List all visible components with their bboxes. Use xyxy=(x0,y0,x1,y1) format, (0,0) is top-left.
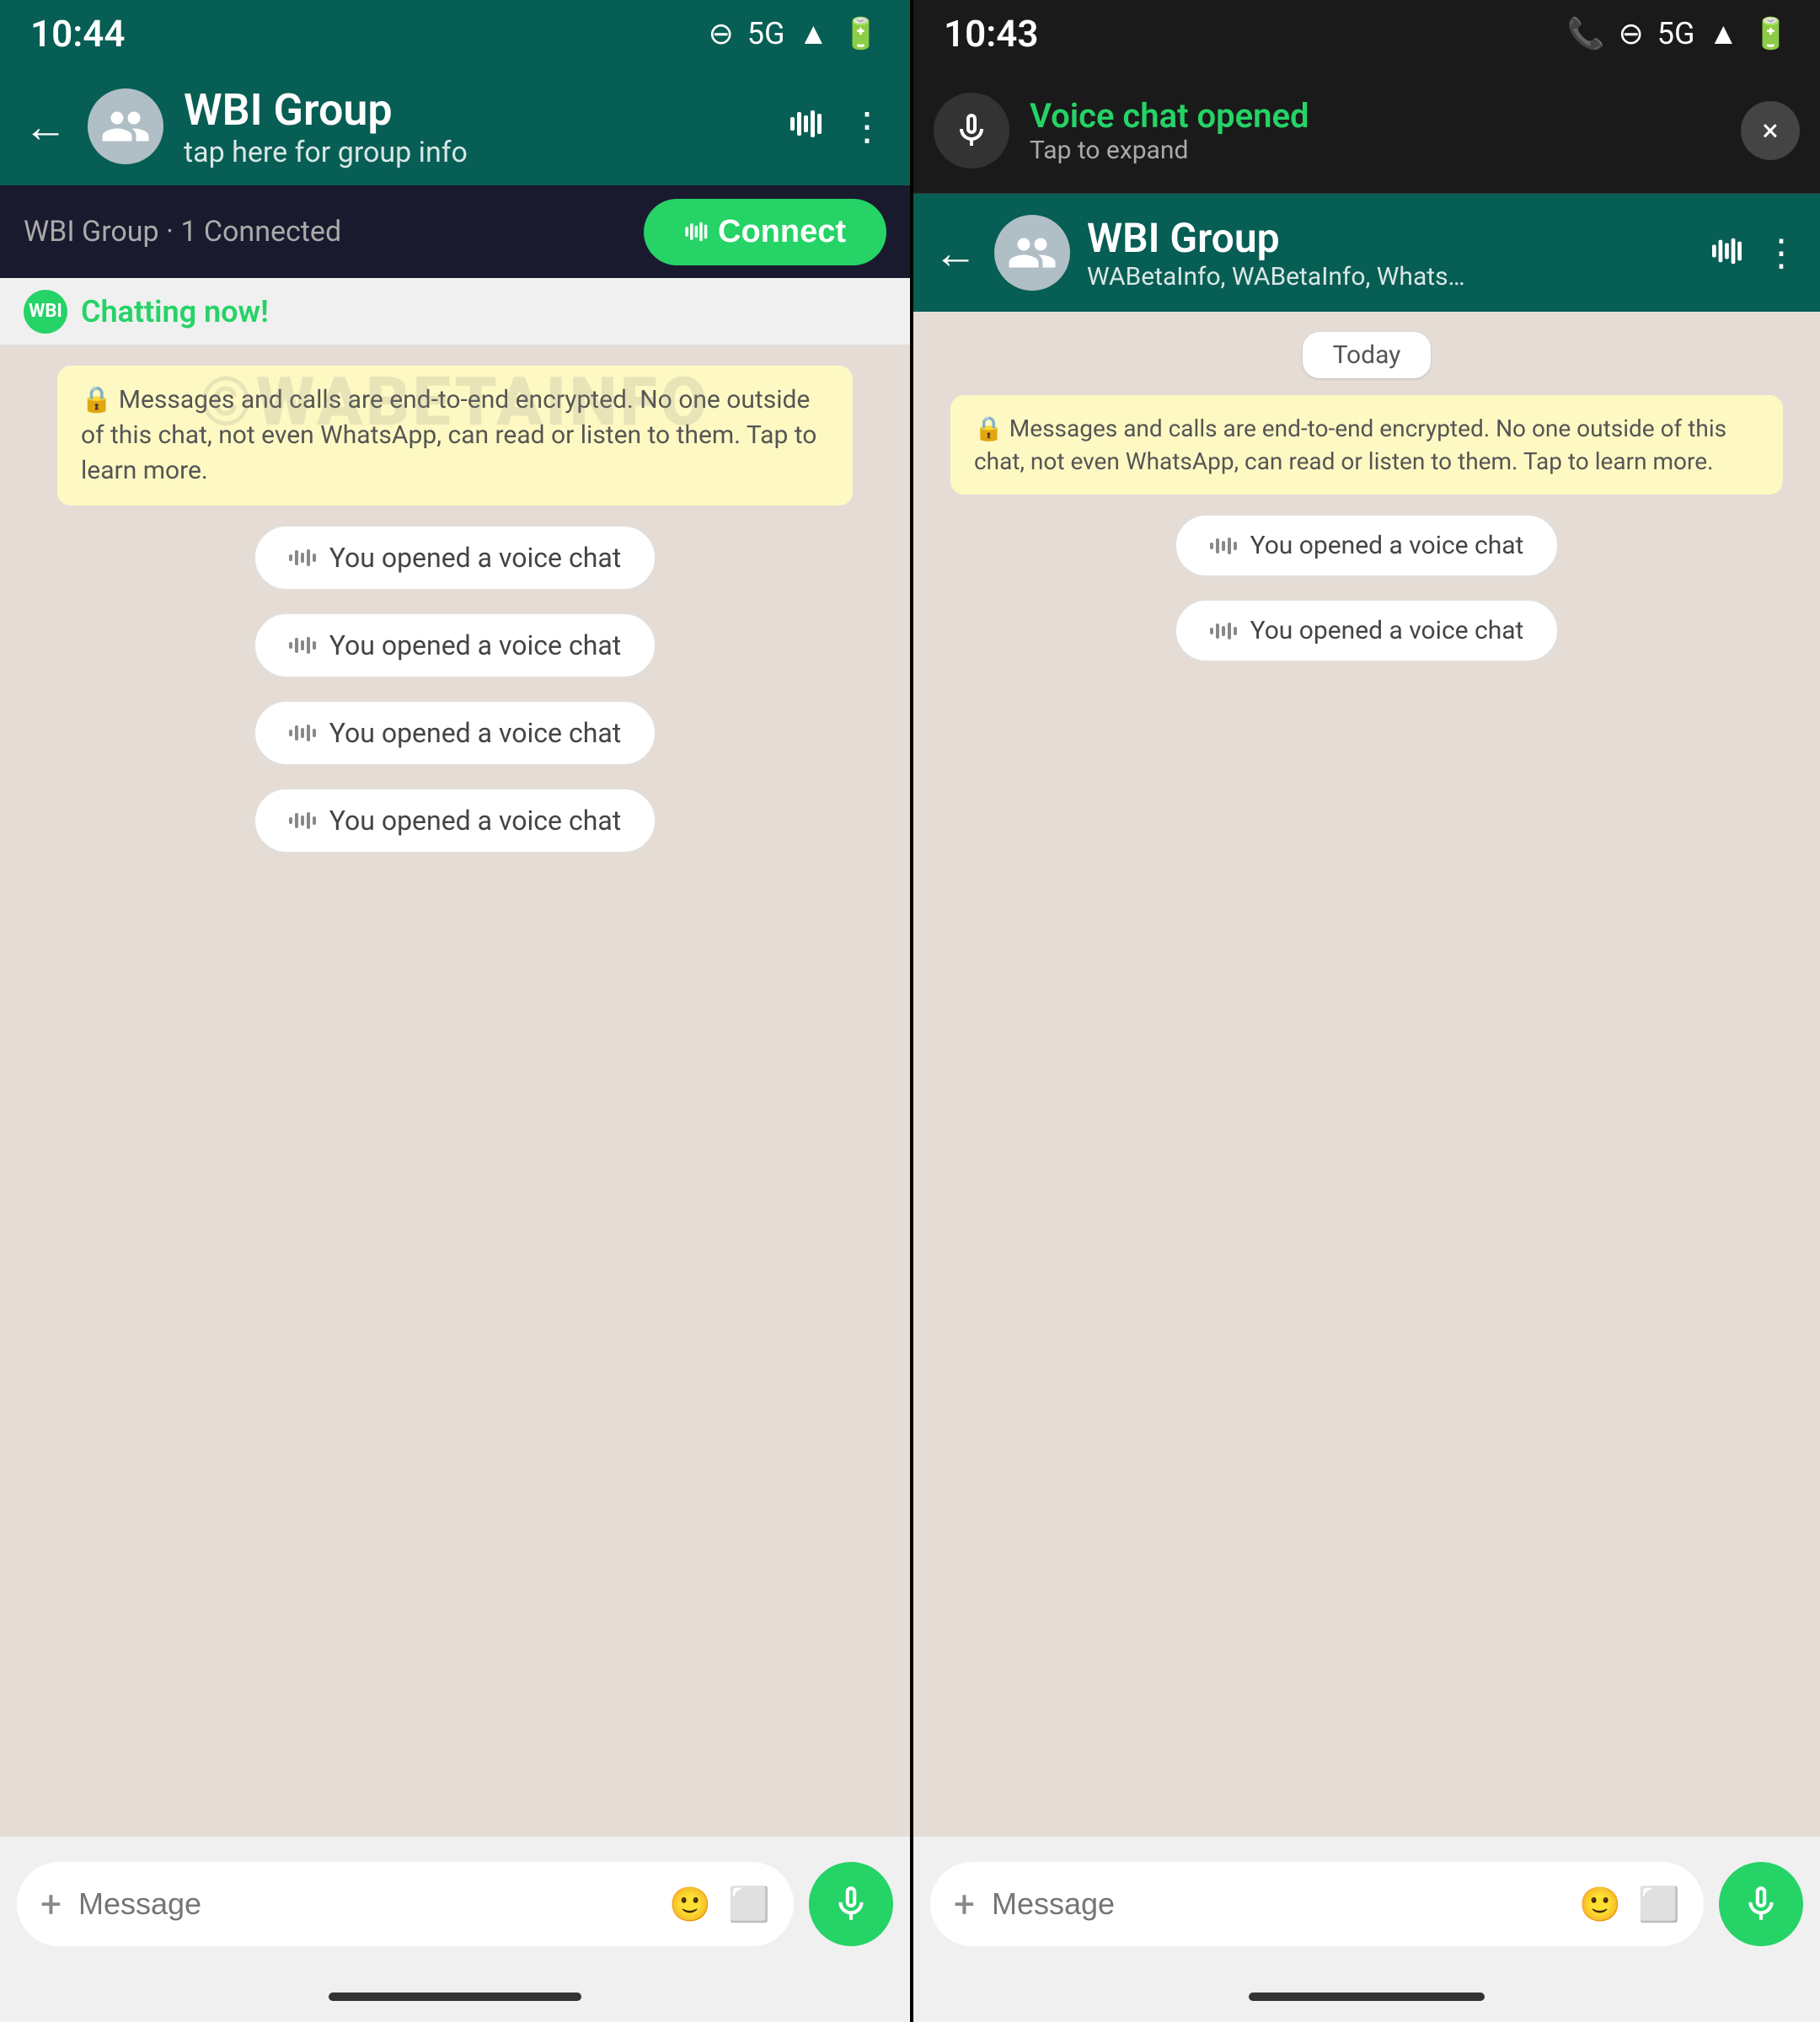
avatar-icon xyxy=(100,101,151,152)
left-chat-header: ← WBI Group tap here for group info ⋮ xyxy=(0,67,910,185)
voice-msg-text-4: You opened a voice chat xyxy=(329,805,621,837)
right-home-bar xyxy=(1249,1993,1485,2001)
voice-chat-msg-2[interactable]: You opened a voice chat xyxy=(254,613,656,677)
wbi-badge: WBI xyxy=(24,290,67,334)
right-group-info[interactable]: WBI Group WABetaInfo, WABetaInfo, Whats… xyxy=(1087,214,1694,292)
right-network-icon: ▲ xyxy=(1709,16,1739,51)
voice-notif-text-block: Voice chat opened Tap to expand xyxy=(1030,96,1721,165)
right-status-icons: 📞 ⊖ 5G ▲ 🔋 xyxy=(1567,16,1790,51)
voice-notif-title: Voice chat opened xyxy=(1030,96,1721,136)
right-voice-chat-msg-1[interactable]: You opened a voice chat xyxy=(1175,515,1559,576)
right-mic-button[interactable] xyxy=(1719,1862,1803,1946)
connect-button[interactable]: Connect xyxy=(644,199,886,265)
more-options-icon[interactable]: ⋮ xyxy=(848,104,886,150)
emoji-icon[interactable]: 🙂 xyxy=(669,1885,711,1924)
right-avatar-icon xyxy=(1007,227,1057,278)
connect-label: Connect xyxy=(718,214,846,250)
right-more-options-icon[interactable]: ⋮ xyxy=(1763,231,1800,275)
signal-icon: 5G xyxy=(747,16,785,51)
voice-chat-msg-1[interactable]: You opened a voice chat xyxy=(254,526,656,590)
right-emoji-icon[interactable]: 🙂 xyxy=(1579,1885,1621,1924)
header-action-icons: ⋮ xyxy=(789,104,886,150)
right-header-action-icons: ⋮ xyxy=(1710,231,1800,275)
right-status-bar: 10:43 📞 ⊖ 5G ▲ 🔋 xyxy=(913,0,1820,67)
right-input-bar: + 🙂 ⬜ xyxy=(913,1837,1820,1971)
left-message-input[interactable] xyxy=(78,1886,652,1922)
right-mic-icon xyxy=(1740,1883,1782,1925)
voice-chat-msg-4[interactable]: You opened a voice chat xyxy=(254,789,656,853)
voice-wave-icon[interactable] xyxy=(789,104,822,149)
right-camera-icon[interactable]: ⬜ xyxy=(1638,1885,1680,1924)
voice-banner: WBI Group · 1 Connected Connect xyxy=(0,185,910,278)
left-mic-button[interactable] xyxy=(809,1862,893,1946)
wave-bars-icon-3 xyxy=(289,723,316,743)
right-voice-wave-icon[interactable] xyxy=(1710,231,1742,275)
right-phone-icon: 📞 xyxy=(1567,16,1605,51)
right-group-subtitle: WABetaInfo, WABetaInfo, Whats… xyxy=(1087,262,1694,292)
voice-chat-msg-3[interactable]: You opened a voice chat xyxy=(254,701,656,765)
close-notification-button[interactable]: × xyxy=(1741,101,1800,160)
encryption-notice[interactable]: 🔒 Messages and calls are end-to-end encr… xyxy=(57,366,853,506)
right-chat-area: Today 🔒 Messages and calls are end-to-en… xyxy=(913,312,1820,1837)
right-dnd-icon: ⊖ xyxy=(1619,16,1644,51)
left-message-input-container: + 🙂 ⬜ xyxy=(17,1862,794,1946)
chatting-bar: WBI Chatting now! xyxy=(0,278,910,345)
voice-mic-circle xyxy=(934,93,1009,168)
close-icon: × xyxy=(1762,113,1778,148)
right-message-input[interactable] xyxy=(992,1886,1562,1922)
right-time: 10:43 xyxy=(944,12,1039,56)
group-subtitle: tap here for group info xyxy=(184,136,768,169)
voice-msg-text-2: You opened a voice chat xyxy=(329,629,621,661)
battery-icon: 🔋 xyxy=(842,16,880,51)
right-encryption-notice[interactable]: 🔒 Messages and calls are end-to-end encr… xyxy=(950,395,1783,495)
voice-notif-subtitle: Tap to expand xyxy=(1030,136,1721,165)
left-input-bar: + 🙂 ⬜ xyxy=(0,1837,910,1971)
right-group-name: WBI Group xyxy=(1087,214,1694,262)
chatting-now-text: Chatting now! xyxy=(81,294,886,329)
home-bar xyxy=(329,1993,581,2001)
right-chat-header: ← WBI Group WABetaInfo, WABetaInfo, What… xyxy=(913,194,1820,312)
network-icon: ▲ xyxy=(799,16,829,51)
mic-icon xyxy=(830,1883,872,1925)
right-attach-icon[interactable]: + xyxy=(954,1882,975,1926)
today-badge: Today xyxy=(1303,332,1432,378)
right-back-button[interactable]: ← xyxy=(934,227,977,279)
right-battery-icon: 🔋 xyxy=(1752,16,1790,51)
voice-msg-text-1: You opened a voice chat xyxy=(329,542,621,574)
left-chat-area: ©WABETAINFO 🔒 Messages and calls are end… xyxy=(0,345,910,1837)
voice-notification-bar[interactable]: Voice chat opened Tap to expand × xyxy=(913,67,1820,194)
wave-bars-icon-4 xyxy=(289,810,316,831)
left-status-bar: 10:44 ⊖ 5G ▲ 🔋 xyxy=(0,0,910,67)
right-voice-chat-msg-2[interactable]: You opened a voice chat xyxy=(1175,600,1559,661)
right-signal-icon: 5G xyxy=(1657,16,1695,51)
right-wave-bars-icon-2 xyxy=(1210,621,1237,641)
voice-mic-icon xyxy=(951,110,992,151)
wbi-badge-text: WBI xyxy=(29,301,62,322)
back-button[interactable]: ← xyxy=(24,101,67,152)
voice-msg-text-3: You opened a voice chat xyxy=(329,717,621,749)
left-panel: 10:44 ⊖ 5G ▲ 🔋 ← WBI Group tap here for … xyxy=(0,0,910,2022)
group-info[interactable]: WBI Group tap here for group info xyxy=(184,84,768,169)
left-status-icons: ⊖ 5G ▲ 🔋 xyxy=(709,16,880,51)
attach-icon[interactable]: + xyxy=(40,1882,62,1926)
left-time: 10:44 xyxy=(30,12,126,56)
right-home-indicator xyxy=(913,1971,1820,2022)
group-avatar xyxy=(88,88,163,164)
right-message-input-container: + 🙂 ⬜ xyxy=(930,1862,1704,1946)
right-group-avatar xyxy=(994,215,1070,291)
do-not-disturb-icon: ⊖ xyxy=(709,16,734,51)
camera-icon[interactable]: ⬜ xyxy=(728,1885,770,1924)
right-voice-msg-text-2: You opened a voice chat xyxy=(1250,616,1524,645)
wave-bars-icon-2 xyxy=(289,635,316,655)
right-voice-msg-text-1: You opened a voice chat xyxy=(1250,531,1524,560)
left-home-indicator xyxy=(0,1971,910,2022)
wave-bars-icon-1 xyxy=(289,548,316,568)
right-wave-bars-icon-1 xyxy=(1210,536,1237,556)
right-panel: 10:43 📞 ⊖ 5G ▲ 🔋 Voice chat opened Tap t… xyxy=(913,0,1820,2022)
group-name: WBI Group xyxy=(184,84,768,136)
connected-text: WBI Group · 1 Connected xyxy=(24,215,627,249)
